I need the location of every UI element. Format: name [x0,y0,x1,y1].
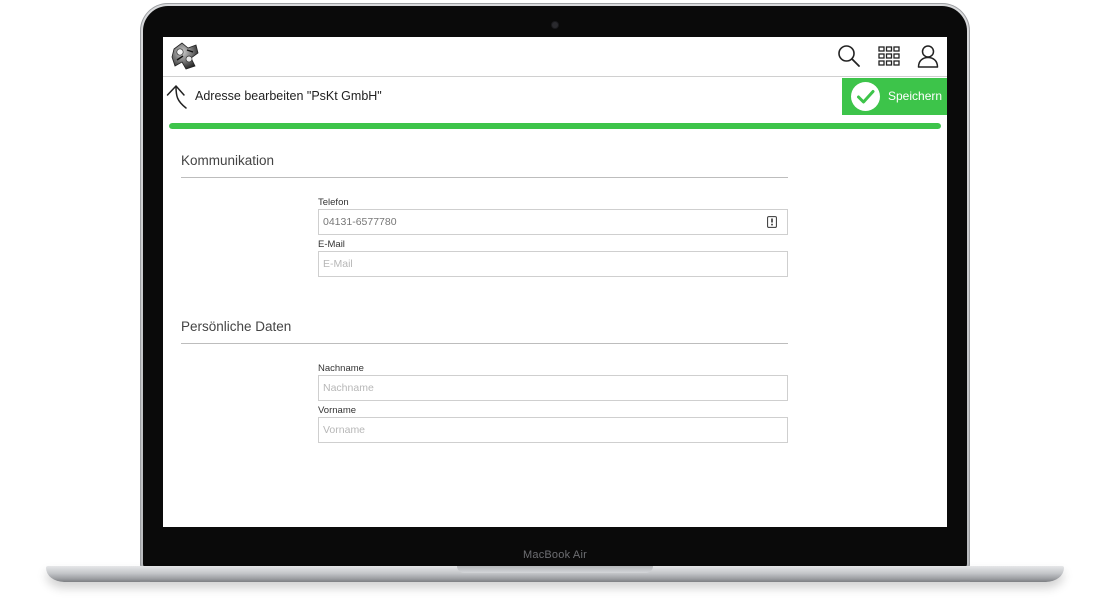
vorname-label: Vorname [318,405,357,416]
camera-icon [552,22,558,28]
search-icon[interactable] [836,43,862,69]
contact-card-icon[interactable] [767,216,777,228]
app-screen: Adresse bearbeiten "PsKt GmbH" Speichern… [163,37,947,527]
section-divider [181,177,788,178]
laptop-foot-right [960,580,970,582]
vorname-input[interactable] [318,417,788,443]
nachname-label: Nachname [318,363,364,374]
back-arrow-icon[interactable] [165,83,189,111]
email-label: E-Mail [318,239,345,250]
section-title-persoenliche-daten: Persönliche Daten [181,319,292,334]
device-label: MacBook Air [523,549,587,561]
check-circle-icon [851,82,880,111]
email-input[interactable] [318,251,788,277]
page-header: Adresse bearbeiten "PsKt GmbH" Speichern [163,78,947,116]
save-button[interactable]: Speichern [842,78,947,115]
telefon-input[interactable] [318,209,788,235]
user-icon[interactable] [915,43,941,69]
app-logo-icon [171,42,199,70]
section-divider [181,343,788,344]
progress-bar-fill [169,123,941,129]
nachname-input[interactable] [318,375,788,401]
top-navigation-bar [163,37,947,77]
section-title-kommunikation: Kommunikation [181,153,275,168]
laptop-base-notch [457,566,653,573]
telefon-label: Telefon [318,197,349,208]
page-title: Adresse bearbeiten "PsKt GmbH" [195,89,382,103]
save-button-label: Speichern [888,89,943,103]
laptop-foot-left [140,580,150,582]
progress-bar [169,123,941,129]
grid-menu-icon[interactable] [876,43,902,69]
